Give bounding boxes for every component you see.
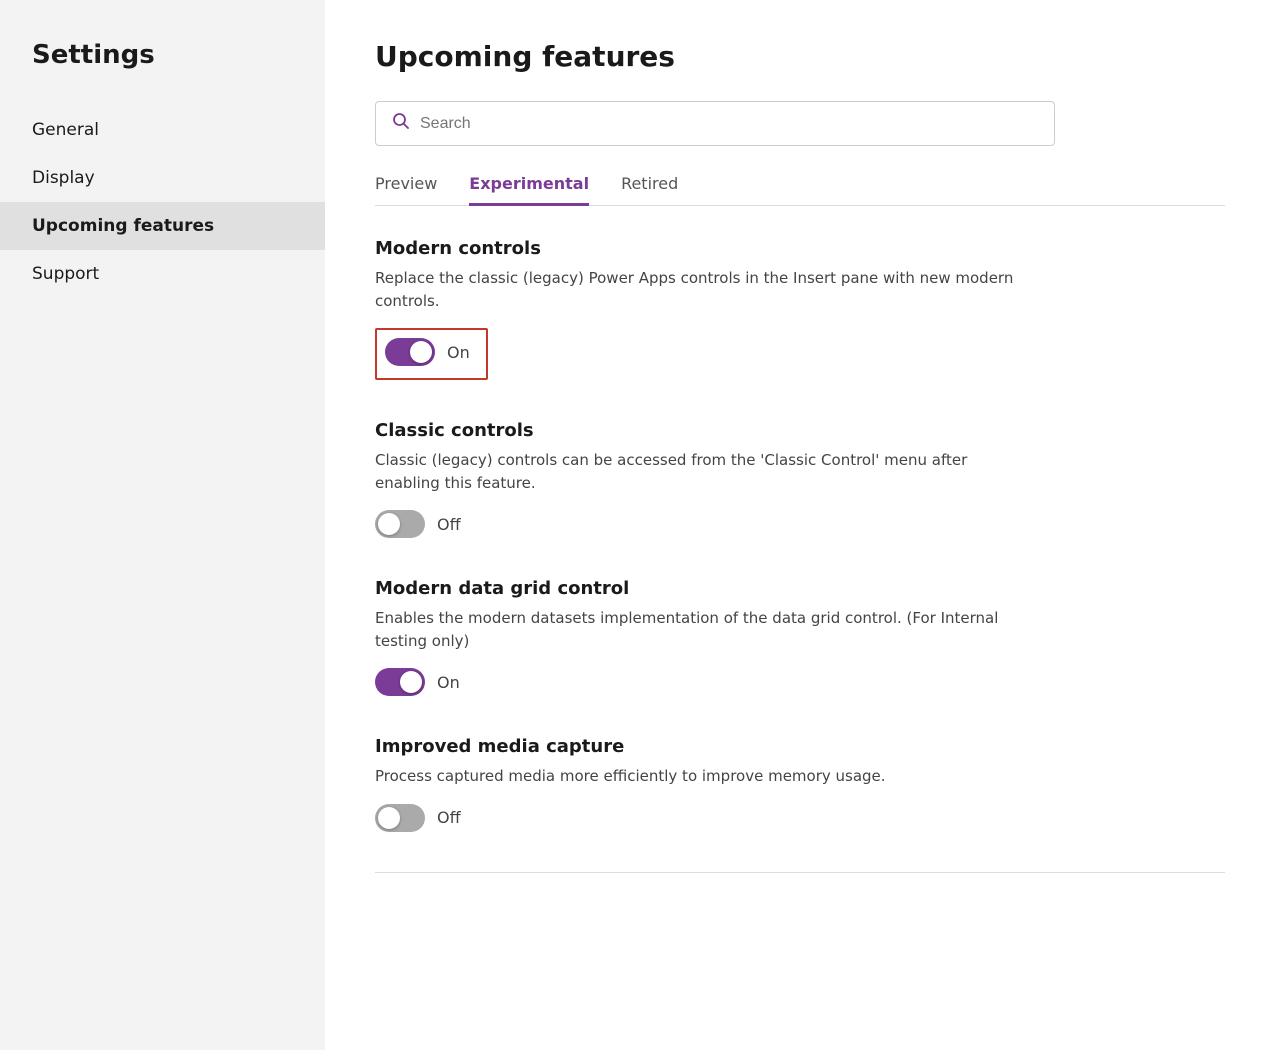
search-box bbox=[375, 101, 1055, 146]
modern-controls-toggle[interactable] bbox=[385, 338, 435, 366]
feature-classic-controls-description: Classic (legacy) controls can be accesse… bbox=[375, 449, 1015, 494]
tabs: Preview Experimental Retired bbox=[375, 174, 1225, 206]
improved-media-capture-toggle[interactable] bbox=[375, 804, 425, 832]
tab-preview[interactable]: Preview bbox=[375, 174, 437, 206]
feature-modern-data-grid-title: Modern data grid control bbox=[375, 578, 1225, 599]
improved-media-capture-toggle-knob bbox=[378, 807, 400, 829]
search-input[interactable] bbox=[420, 115, 1038, 133]
sidebar-item-general[interactable]: General bbox=[0, 106, 325, 154]
sidebar-title: Settings bbox=[0, 40, 325, 106]
feature-classic-controls-title: Classic controls bbox=[375, 420, 1225, 441]
feature-classic-controls: Classic controls Classic (legacy) contro… bbox=[375, 420, 1225, 538]
classic-controls-toggle-knob bbox=[378, 513, 400, 535]
classic-controls-toggle[interactable] bbox=[375, 510, 425, 538]
tab-experimental[interactable]: Experimental bbox=[469, 174, 589, 206]
search-icon bbox=[392, 112, 410, 135]
main-content: Upcoming features Preview Experimental R… bbox=[325, 0, 1275, 1050]
modern-controls-highlight-box: On bbox=[375, 328, 488, 380]
classic-controls-toggle-row: Off bbox=[375, 510, 1225, 538]
modern-controls-toggle-label: On bbox=[447, 343, 470, 362]
modern-data-grid-toggle[interactable] bbox=[375, 668, 425, 696]
feature-improved-media-capture-description: Process captured media more efficiently … bbox=[375, 765, 1015, 788]
sidebar-item-upcoming-features[interactable]: Upcoming features bbox=[0, 202, 325, 250]
sidebar: Settings General Display Upcoming featur… bbox=[0, 0, 325, 1050]
tab-retired[interactable]: Retired bbox=[621, 174, 678, 206]
feature-improved-media-capture: Improved media capture Process captured … bbox=[375, 736, 1225, 832]
feature-modern-controls-title: Modern controls bbox=[375, 238, 1225, 259]
feature-modern-controls: Modern controls Replace the classic (leg… bbox=[375, 238, 1225, 380]
feature-modern-data-grid-description: Enables the modern datasets implementati… bbox=[375, 607, 1015, 652]
improved-media-capture-toggle-row: Off bbox=[375, 804, 1225, 832]
modern-data-grid-toggle-knob bbox=[400, 671, 422, 693]
page-title: Upcoming features bbox=[375, 40, 1225, 73]
feature-improved-media-capture-title: Improved media capture bbox=[375, 736, 1225, 757]
sidebar-item-display[interactable]: Display bbox=[0, 154, 325, 202]
bottom-divider bbox=[375, 872, 1225, 873]
modern-controls-toggle-knob bbox=[410, 341, 432, 363]
sidebar-item-support[interactable]: Support bbox=[0, 250, 325, 298]
feature-modern-controls-description: Replace the classic (legacy) Power Apps … bbox=[375, 267, 1015, 312]
modern-data-grid-toggle-label: On bbox=[437, 673, 460, 692]
improved-media-capture-toggle-label: Off bbox=[437, 808, 461, 827]
feature-modern-data-grid: Modern data grid control Enables the mod… bbox=[375, 578, 1225, 696]
classic-controls-toggle-label: Off bbox=[437, 515, 461, 534]
modern-data-grid-toggle-row: On bbox=[375, 668, 1225, 696]
